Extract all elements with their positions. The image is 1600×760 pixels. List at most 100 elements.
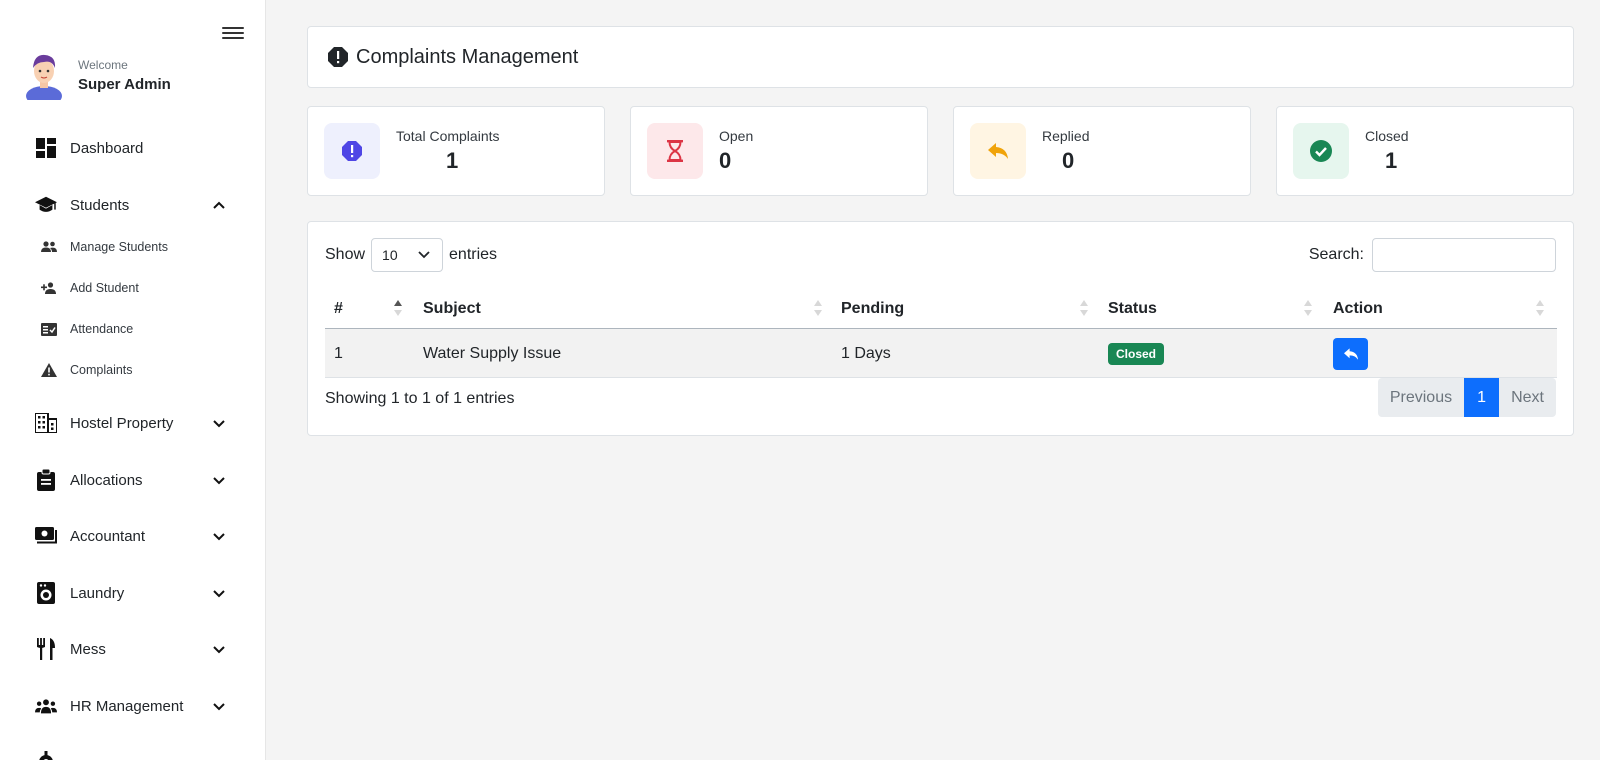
page-length-value: 10 xyxy=(382,247,398,263)
octagon-exclamation-icon xyxy=(328,47,348,67)
money-icon xyxy=(35,525,57,547)
page-length-control: Show 10 entries xyxy=(325,238,497,272)
welcome-text: Welcome xyxy=(78,57,128,72)
building-icon xyxy=(35,412,57,434)
column-header-number[interactable]: # xyxy=(334,294,343,324)
column-header-status[interactable]: Status xyxy=(1108,294,1157,324)
sort-asc-icon xyxy=(394,300,402,316)
cell-pending: 1 Days xyxy=(841,344,891,362)
show-label: Show xyxy=(325,246,366,263)
sidebar-subitem-complaints[interactable]: Complaints xyxy=(0,355,265,385)
sidebar-item-label: Allocations xyxy=(70,471,143,489)
reply-button[interactable] xyxy=(1333,337,1368,370)
stat-value: 1 xyxy=(1385,148,1398,173)
page-header: Complaints Management xyxy=(307,26,1574,88)
stat-label: Replied xyxy=(1042,128,1090,144)
search-input[interactable] xyxy=(1372,238,1556,272)
octagon-exclamation-icon xyxy=(342,141,362,161)
hourglass-icon xyxy=(667,140,683,162)
reply-icon xyxy=(988,143,1008,159)
sidebar-subitem-label: Manage Students xyxy=(70,240,168,254)
reply-icon xyxy=(1343,347,1358,360)
sidebar-item-label: Laundry xyxy=(70,584,125,602)
sidebar-item-mess[interactable]: Mess xyxy=(0,629,265,669)
stat-card-replied: Replied 0 xyxy=(953,106,1251,196)
users-icon xyxy=(35,695,57,717)
stat-value: 0 xyxy=(1062,148,1075,173)
table-info: Showing 1 to 1 of 1 entries xyxy=(325,390,515,407)
pagination-next[interactable]: Next xyxy=(1499,378,1556,417)
search-label: Search: xyxy=(1308,246,1364,263)
chevron-up-icon xyxy=(213,201,225,209)
avatar xyxy=(26,54,62,100)
sidebar-item-allocations[interactable]: Allocations xyxy=(0,460,265,500)
sidebar-item-dashboard[interactable]: Dashboard xyxy=(0,128,265,168)
sidebar-subitem-label: Complaints xyxy=(70,363,133,377)
user-plus-icon xyxy=(41,280,57,296)
chevron-down-icon xyxy=(213,477,225,485)
sidebar-item-label: Dashboard xyxy=(70,139,144,157)
sort-icon xyxy=(1080,300,1088,316)
sidebar-item-label: Hostel Property xyxy=(70,414,174,432)
chevron-down-icon xyxy=(213,703,225,711)
sidebar-subitem-label: Add Student xyxy=(70,281,139,295)
pagination-page-1[interactable]: 1 xyxy=(1464,378,1500,417)
stat-card-total: Total Complaints 1 xyxy=(307,106,605,196)
sidebar: Welcome Super Admin Dashboard Students M… xyxy=(0,0,266,760)
stat-value: 0 xyxy=(719,148,732,173)
chevron-down-icon xyxy=(213,420,225,428)
clipboard-icon xyxy=(35,469,57,491)
sort-icon xyxy=(1304,300,1312,316)
pagination-previous[interactable]: Previous xyxy=(1377,378,1465,417)
graduation-cap-icon xyxy=(35,194,57,216)
user-name: Super Admin xyxy=(78,75,171,93)
stat-icon-box xyxy=(647,123,703,179)
complaints-table-card: Show 10 entries Search: # Subject Pendin… xyxy=(307,221,1574,436)
table-row: 1 Water Supply Issue 1 Days Closed xyxy=(325,329,1557,378)
gear-icon xyxy=(35,751,57,760)
stat-value: 1 xyxy=(446,148,459,173)
stat-label: Open xyxy=(719,128,754,144)
sidebar-item-hostel-property[interactable]: Hostel Property xyxy=(0,403,265,443)
sidebar-item-students[interactable]: Students xyxy=(0,185,265,225)
entries-label: entries xyxy=(449,246,498,263)
attendance-icon xyxy=(41,321,57,337)
stat-label: Total Complaints xyxy=(396,128,500,144)
users-icon xyxy=(41,239,57,255)
sidebar-item-label: Mess xyxy=(70,640,106,658)
sidebar-item-label: Students xyxy=(70,196,130,214)
cell-action xyxy=(1333,329,1368,378)
pagination: Previous 1 Next xyxy=(1377,378,1556,417)
warning-icon xyxy=(41,362,57,378)
sidebar-item-accountant[interactable]: Accountant xyxy=(0,516,265,556)
column-header-pending[interactable]: Pending xyxy=(841,294,904,324)
page-title: Complaints Management xyxy=(356,45,579,68)
cell-status: Closed xyxy=(1108,329,1165,378)
column-header-action[interactable]: Action xyxy=(1333,294,1383,324)
sort-icon xyxy=(1536,300,1544,316)
page-length-select[interactable]: 10 xyxy=(371,238,444,272)
utensils-icon xyxy=(35,638,57,660)
sidebar-subitem-manage-students[interactable]: Manage Students xyxy=(0,232,265,262)
sidebar-subitem-attendance[interactable]: Attendance xyxy=(0,314,265,344)
stat-card-open: Open 0 xyxy=(630,106,928,196)
user-profile: Welcome Super Admin xyxy=(24,50,171,100)
stat-label: Closed xyxy=(1365,128,1409,144)
check-circle-icon xyxy=(1310,140,1332,162)
sidebar-item-laundry[interactable]: Laundry xyxy=(0,573,265,613)
sidebar-item-settings[interactable] xyxy=(0,742,265,760)
chevron-down-icon xyxy=(213,590,225,598)
column-header-subject[interactable]: Subject xyxy=(423,294,481,324)
stat-card-closed: Closed 1 xyxy=(1276,106,1574,196)
sidebar-item-label: HR Management xyxy=(70,697,184,715)
dashboard-icon xyxy=(35,137,57,159)
chevron-down-icon xyxy=(418,251,430,259)
sidebar-item-label: Accountant xyxy=(70,527,146,545)
stat-icon-box xyxy=(1293,123,1349,179)
cell-number: 1 xyxy=(334,344,343,362)
stat-icon-box xyxy=(970,123,1026,179)
sidebar-subitem-add-student[interactable]: Add Student xyxy=(0,273,265,303)
search-control: Search: xyxy=(1309,238,1556,272)
sidebar-item-hr-management[interactable]: HR Management xyxy=(0,686,265,726)
menu-toggle-icon[interactable] xyxy=(222,24,244,42)
